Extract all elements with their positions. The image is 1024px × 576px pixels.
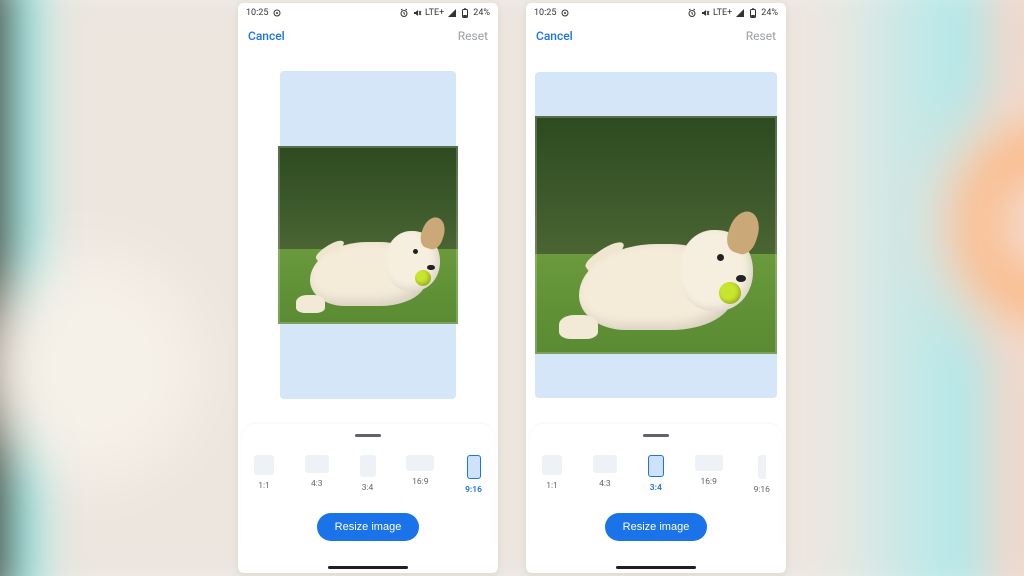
stage: 10:25 LTE+ 24% Cancel Reset (0, 0, 1024, 576)
status-bar: 10:25 LTE+ 24% (238, 3, 498, 23)
reset-button[interactable]: Reset (746, 29, 776, 43)
crop-handle-bl[interactable] (535, 347, 542, 354)
cancel-button[interactable]: Cancel (248, 29, 285, 43)
aspect-ratio-16-9[interactable]: 16:9 (406, 455, 434, 495)
photo-preview[interactable] (535, 116, 777, 354)
bottom-panel: 1:1 4:3 3:4 16:9 9:16 Resize image (530, 424, 782, 555)
ratio-label: 9:16 (465, 485, 482, 495)
aspect-ratio-3-4[interactable]: 3:4 (648, 455, 664, 495)
resize-button[interactable]: Resize image (317, 513, 420, 541)
ratio-shape-icon (695, 455, 723, 471)
ratio-label: 1:1 (258, 481, 270, 491)
status-network: LTE+ (713, 8, 732, 18)
crop-handle-br[interactable] (451, 317, 458, 324)
status-bar: 10:25 LTE+ 24% (526, 3, 786, 23)
alarm-icon (399, 8, 409, 18)
ratio-shape-icon (758, 455, 766, 479)
gesture-navbar[interactable] (526, 561, 786, 573)
aspect-ratio-1-1[interactable]: 1:1 (542, 455, 562, 495)
signal-icon (735, 8, 745, 18)
ratio-shape-icon (467, 455, 481, 479)
status-battery-text: 24% (473, 8, 490, 18)
signal-icon (447, 8, 457, 18)
battery-icon (460, 8, 470, 18)
phone-right: 10:25 LTE+ 24% Cancel Reset (526, 3, 786, 573)
aspect-ratio-16-9[interactable]: 16:9 (695, 455, 723, 495)
location-icon (560, 8, 570, 18)
crop-handle-br[interactable] (770, 347, 777, 354)
crop-handle-tl[interactable] (278, 146, 285, 153)
ratio-label: 16:9 (412, 477, 428, 487)
ratio-shape-icon (360, 455, 376, 477)
aspect-ratio-1-1[interactable]: 1:1 (254, 455, 274, 495)
aspect-ratio-row: 1:1 4:3 3:4 16:9 9:16 (252, 455, 484, 503)
top-bar: Cancel Reset (526, 23, 786, 49)
ratio-shape-icon (254, 455, 274, 475)
status-battery-text: 24% (761, 8, 778, 18)
aspect-ratio-row: 1:1 4:3 3:4 16:9 9:16 (540, 455, 772, 503)
alarm-icon (687, 8, 697, 18)
top-bar: Cancel Reset (238, 23, 498, 49)
aspect-ratio-4-3[interactable]: 4:3 (593, 455, 617, 495)
photo-preview[interactable] (278, 146, 458, 324)
status-network: LTE+ (425, 8, 444, 18)
crop-canvas[interactable] (535, 72, 777, 398)
canvas-area (526, 49, 786, 424)
phone-left: 10:25 LTE+ 24% Cancel Reset (238, 3, 498, 573)
crop-outline (535, 116, 777, 354)
ratio-label: 16:9 (700, 477, 716, 487)
aspect-ratio-9-16[interactable]: 9:16 (465, 455, 482, 495)
crop-handle-tl[interactable] (535, 116, 542, 123)
ratio-shape-icon (305, 455, 329, 473)
ratio-shape-icon (593, 455, 617, 473)
crop-handle-bl[interactable] (278, 317, 285, 324)
crop-handle-tr[interactable] (770, 116, 777, 123)
ratio-shape-icon (406, 455, 434, 471)
ratio-label: 1:1 (546, 481, 558, 491)
ratio-label: 9:16 (754, 485, 770, 495)
mute-icon (412, 8, 422, 18)
reset-button[interactable]: Reset (458, 29, 488, 43)
ratio-label: 4:3 (311, 479, 323, 489)
drag-handle[interactable] (355, 434, 381, 437)
crop-outline (278, 146, 458, 324)
drag-handle[interactable] (643, 434, 669, 437)
aspect-ratio-4-3[interactable]: 4:3 (305, 455, 329, 495)
location-icon (272, 8, 282, 18)
status-time: 10:25 (534, 8, 556, 18)
status-time: 10:25 (246, 8, 268, 18)
crop-canvas[interactable] (280, 71, 456, 399)
ratio-label: 4:3 (599, 479, 611, 489)
aspect-ratio-3-4[interactable]: 3:4 (360, 455, 376, 495)
mute-icon (700, 8, 710, 18)
resize-button[interactable]: Resize image (605, 513, 708, 541)
ratio-label: 3:4 (650, 483, 662, 493)
ratio-label: 3:4 (362, 483, 374, 493)
ratio-shape-icon (542, 455, 562, 475)
bottom-panel: 1:1 4:3 3:4 16:9 9:16 Resize image (242, 424, 494, 555)
aspect-ratio-9-16[interactable]: 9:16 (754, 455, 770, 495)
gesture-navbar[interactable] (238, 561, 498, 573)
cancel-button[interactable]: Cancel (536, 29, 573, 43)
ratio-shape-icon (648, 455, 664, 477)
battery-icon (748, 8, 758, 18)
canvas-area (238, 49, 498, 424)
crop-handle-tr[interactable] (451, 146, 458, 153)
